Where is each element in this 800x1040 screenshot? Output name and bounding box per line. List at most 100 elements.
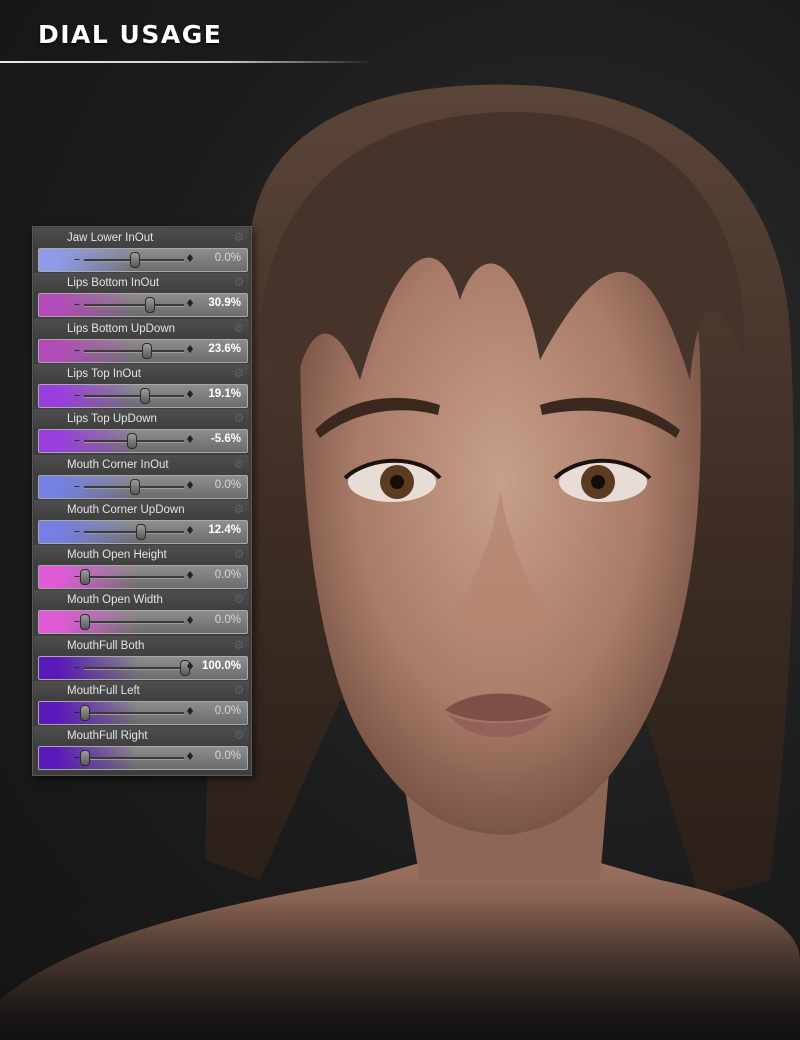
dial-value[interactable]: 0.0% [215,479,241,491]
slider-track[interactable] [84,349,184,353]
dial-row[interactable]: MouthFull Both ⚙ – ♦ 100.0% [34,635,249,680]
gear-icon[interactable]: ⚙ [233,639,245,651]
plus-icon[interactable]: ♦ [185,297,195,311]
plus-icon[interactable]: ♦ [185,433,195,447]
minus-icon[interactable]: – [72,388,82,402]
dial-slider[interactable]: – ♦ 19.1% [38,383,248,408]
minus-icon[interactable]: – [72,297,82,311]
plus-icon[interactable]: ♦ [185,614,195,628]
plus-icon[interactable]: ♦ [185,660,195,674]
minus-icon[interactable]: – [72,524,82,538]
minus-icon[interactable]: – [72,479,82,493]
gear-icon[interactable]: ⚙ [233,458,245,470]
plus-icon[interactable]: ♦ [185,569,195,583]
dial-slider[interactable]: – ♦ 0.0% [38,248,248,272]
gear-icon[interactable]: ⚙ [233,684,245,696]
gear-icon[interactable]: ⚙ [233,593,245,605]
dial-label: Lips Top UpDown [67,413,157,426]
dial-row[interactable]: Mouth Open Height ⚙ – ♦ 0.0% [34,545,249,590]
dial-value[interactable]: 0.0% [215,252,241,264]
dial-value[interactable]: 0.0% [215,705,241,717]
dial-row[interactable]: Mouth Open Width ⚙ – ♦ 0.0% [34,590,249,635]
dial-value[interactable]: -5.6% [211,433,241,445]
slider-knob[interactable] [139,387,150,404]
dial-header: Lips Bottom InOut ⚙ [34,273,249,294]
dial-slider[interactable]: – ♦ -5.6% [38,429,248,454]
slider-knob[interactable] [136,523,147,540]
slider-track[interactable] [84,304,184,308]
dial-row[interactable]: Mouth Corner InOut ⚙ – ♦ 0.0% [34,454,249,499]
dial-label: Lips Bottom UpDown [67,322,176,335]
dial-value[interactable]: 19.1% [208,388,241,400]
slider-knob[interactable] [80,705,90,721]
dial-label: MouthFull Right [67,730,148,743]
dial-value[interactable]: 0.0% [215,569,241,581]
dial-row[interactable]: MouthFull Right ⚙ – ♦ 0.0% [34,726,249,771]
dial-slider[interactable]: – ♦ 0.0% [38,701,248,725]
slider-track[interactable] [84,666,184,670]
minus-icon[interactable]: – [72,433,82,447]
dial-row[interactable]: Jaw Lower InOut ⚙ – ♦ 0.0% [34,228,249,272]
slider-track[interactable] [84,712,184,715]
dial-slider[interactable]: – ♦ 12.4% [38,519,248,544]
dial-slider[interactable]: – ♦ 0.0% [38,610,248,635]
dial-row[interactable]: Lips Bottom UpDown ⚙ – ♦ 23.6% [34,318,249,363]
minus-icon[interactable]: – [72,343,82,357]
plus-icon[interactable]: ♦ [185,388,195,402]
dial-slider[interactable]: – ♦ 100.0% [38,655,248,680]
plus-icon[interactable]: ♦ [185,750,195,764]
slider-knob[interactable] [127,433,138,450]
gear-icon[interactable]: ⚙ [233,367,245,379]
dial-value[interactable]: 12.4% [208,524,241,536]
dial-header: Lips Bottom UpDown ⚙ [34,318,249,339]
dial-header: Mouth Corner InOut ⚙ [34,454,249,475]
gear-icon[interactable]: ⚙ [233,322,245,334]
dial-slider[interactable]: – ♦ 0.0% [38,474,248,499]
dial-header: MouthFull Both ⚙ [34,635,249,656]
dial-row[interactable]: Mouth Corner UpDown ⚙ – ♦ 12.4% [34,499,249,544]
dial-row[interactable]: Lips Top UpDown ⚙ – ♦ -5.6% [34,409,249,454]
slider-knob[interactable] [80,569,90,586]
dial-value[interactable]: 0.0% [215,614,241,626]
dial-value[interactable]: 23.6% [208,343,241,355]
dial-row[interactable]: Lips Bottom InOut ⚙ – ♦ 30.9% [34,273,249,318]
minus-icon[interactable]: – [72,252,82,266]
plus-icon[interactable]: ♦ [185,252,195,266]
slider-knob[interactable] [141,342,152,359]
dial-slider[interactable]: – ♦ 0.0% [38,565,248,590]
dial-slider[interactable]: – ♦ 0.0% [38,746,248,771]
plus-icon[interactable]: ♦ [185,343,195,357]
plus-icon[interactable]: ♦ [185,524,195,538]
slider-track[interactable] [84,394,184,398]
dial-row[interactable]: Lips Top InOut ⚙ – ♦ 19.1% [34,363,249,408]
slider-knob[interactable] [130,252,140,268]
dial-header: Mouth Corner UpDown ⚙ [34,499,249,520]
dial-header: Lips Top InOut ⚙ [34,363,249,384]
slider-track[interactable] [84,757,184,761]
dial-header: Mouth Open Width ⚙ [34,590,249,611]
gear-icon[interactable]: ⚙ [233,231,245,243]
gear-icon[interactable]: ⚙ [233,503,245,515]
plus-icon[interactable]: ♦ [185,705,195,719]
dial-label: Mouth Corner InOut [67,458,169,471]
dial-row[interactable]: MouthFull Left ⚙ – ♦ 0.0% [34,681,249,725]
slider-track[interactable] [84,530,184,534]
plus-icon[interactable]: ♦ [185,479,195,493]
minus-icon[interactable]: – [72,660,82,674]
slider-knob[interactable] [130,478,140,495]
slider-knob[interactable] [80,614,90,631]
gear-icon[interactable]: ⚙ [233,548,245,560]
slider-track[interactable] [84,576,184,580]
dial-value[interactable]: 100.0% [202,660,241,672]
slider-track[interactable] [84,621,184,625]
gear-icon[interactable]: ⚙ [233,276,245,288]
dial-slider[interactable]: – ♦ 30.9% [38,293,248,318]
dial-value[interactable]: 30.9% [208,297,241,309]
slider-knob[interactable] [80,750,90,767]
dial-slider[interactable]: – ♦ 23.6% [38,338,248,363]
gear-icon[interactable]: ⚙ [233,412,245,424]
dial-value[interactable]: 0.0% [215,750,241,762]
slider-knob[interactable] [145,297,156,314]
page-title: DIAL USAGE [38,20,223,49]
gear-icon[interactable]: ⚙ [233,729,245,741]
